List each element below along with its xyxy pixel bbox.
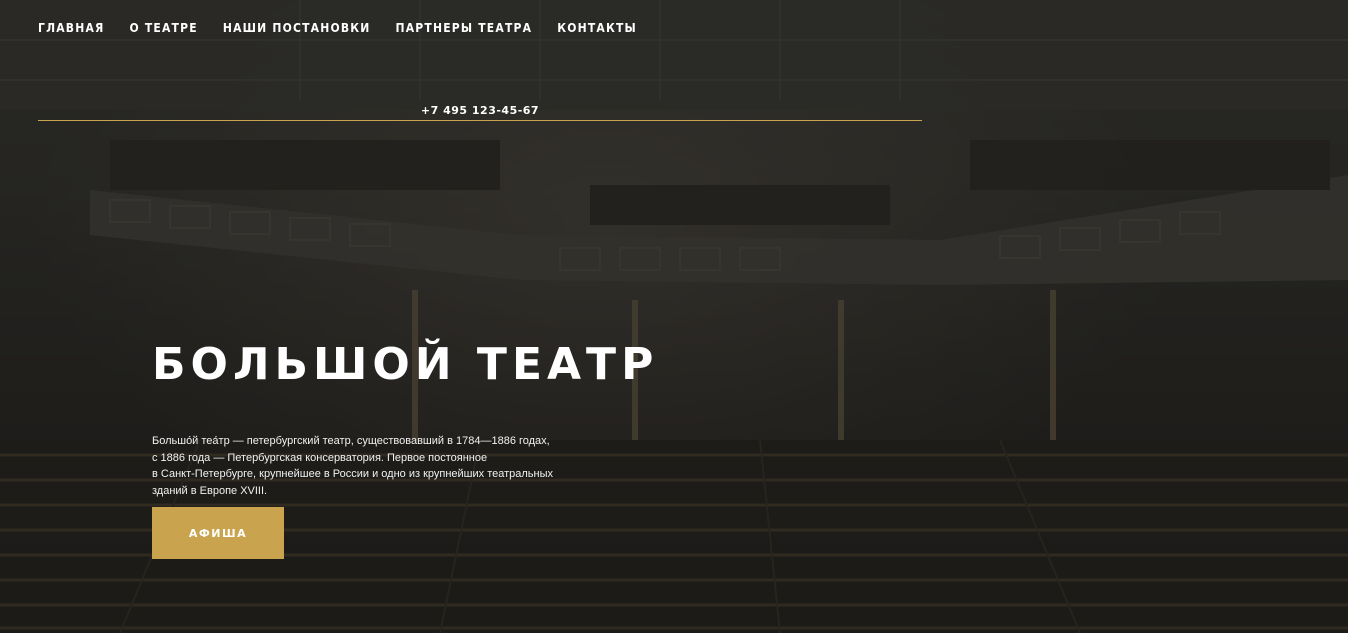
- nav-item-home[interactable]: ГЛАВНАЯ: [38, 20, 105, 36]
- description-line: с 1886 года — Петербургская консерватори…: [152, 451, 488, 464]
- nav-item-partners[interactable]: ПАРТНЕРЫ ТЕАТРА: [396, 20, 533, 36]
- nav-item-productions[interactable]: НАШИ ПОСТАНОВКИ: [223, 20, 371, 36]
- description-line: Большо́й теа́тр — петербургский театр, с…: [152, 435, 550, 447]
- main-navigation: ГЛАВНАЯ О ТЕАТРЕ НАШИ ПОСТАНОВКИ ПАРТНЕР…: [38, 20, 637, 36]
- page-title: БОЛЬШОЙ ТЕАТР: [152, 339, 659, 390]
- nav-item-contacts[interactable]: КОНТАКТЫ: [557, 20, 637, 36]
- hero-description: Большо́й теа́тр — петербургский театр, с…: [152, 433, 592, 499]
- poster-button[interactable]: АФИША: [152, 507, 284, 559]
- phone-number: +7 495 123-45-67: [420, 104, 540, 117]
- hero-section: ГЛАВНАЯ О ТЕАТРЕ НАШИ ПОСТАНОВКИ ПАРТНЕР…: [0, 0, 1348, 633]
- nav-item-about[interactable]: О ТЕАТРЕ: [130, 20, 198, 36]
- description-line: в Санкт-Петербурге, крупнейшее в России …: [152, 468, 554, 480]
- header-divider: [38, 120, 922, 121]
- description-line: зданий в Европе XVIII.: [152, 484, 268, 497]
